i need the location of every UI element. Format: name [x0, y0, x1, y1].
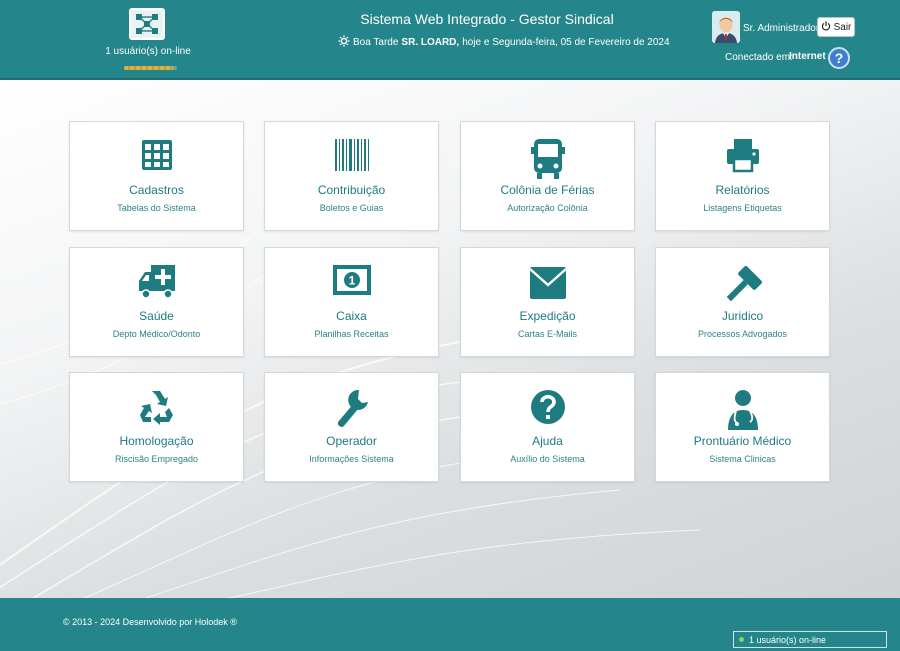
online-users-footer-label: 1 usuário(s) on-line: [749, 634, 827, 645]
greeting-date: hoje e Segunda-feira, 05 de Fevereiro de…: [462, 37, 670, 48]
tile-subtitle: Planilhas Receitas: [314, 329, 389, 339]
main-content: Cadastros Tabelas do Sistema Contribuiçã…: [0, 80, 900, 598]
power-icon: [821, 21, 831, 34]
user-name: Sr. Administrador: [743, 23, 820, 34]
tile-homologacao[interactable]: Homologação Riscisão Empregado: [69, 372, 244, 482]
logout-label: Sair: [833, 21, 852, 33]
tile-title: Colônia de Férias: [500, 183, 595, 197]
avatar: [712, 11, 740, 43]
top-header: 1 usuário(s) on-line Sistema Web Integra…: [0, 0, 900, 80]
greeting: Boa Tarde SR. LOARD, hoje e Segunda-feir…: [338, 35, 670, 50]
gavel-icon: [656, 263, 829, 307]
tile-title: Homologação: [119, 434, 194, 448]
logout-button[interactable]: Sair: [817, 17, 855, 37]
tile-prontuario-medico[interactable]: Prontuário Médico Sistema Clinicas: [655, 372, 830, 482]
envelope-icon: [461, 263, 634, 307]
tile-title: Saúde: [139, 309, 174, 323]
recycle-icon: [70, 388, 243, 432]
app-title: Sistema Web Integrado - Gestor Sindical: [360, 11, 614, 27]
tile-title: Contribuição: [317, 183, 386, 197]
tile-title: Caixa: [336, 309, 367, 323]
doctor-icon: [656, 388, 829, 432]
tile-subtitle: Tabelas do Sistema: [117, 203, 196, 213]
tile-subtitle: Depto Médico/Odonto: [112, 329, 201, 339]
question-icon: ?: [834, 50, 844, 66]
tile-relatorios[interactable]: Relatórios Listagens Etiquetas: [655, 121, 830, 231]
bus-icon: [461, 137, 634, 181]
tile-title: Ajuda: [532, 434, 563, 448]
tile-expedicao[interactable]: Expedição Cartas E-Mails: [460, 247, 635, 357]
greeting-prefix: Boa Tarde: [353, 37, 399, 48]
tile-saude[interactable]: Saúde Depto Médico/Odonto: [69, 247, 244, 357]
tile-contribuicao[interactable]: Contribuição Boletos e Guias: [264, 121, 439, 231]
tile-subtitle: Autorização Colônia: [507, 203, 588, 213]
tile-title: Prontuário Médico: [693, 434, 792, 448]
tile-subtitle: Cartas E-Mails: [517, 329, 577, 339]
tile-caixa[interactable]: 1 Caixa Planilhas Receitas: [264, 247, 439, 357]
tile-juridico[interactable]: Juridico Processos Advogados: [655, 247, 830, 357]
tile-subtitle: Boletos e Guias: [319, 203, 384, 213]
banknote-icon: 1: [265, 263, 438, 307]
connection-label: Conectado em:: [725, 52, 793, 63]
tile-subtitle: Listagens Etiquetas: [703, 203, 782, 213]
online-users-footer[interactable]: 1 usuário(s) on-line: [733, 631, 887, 648]
svg-text:1: 1: [348, 274, 355, 288]
tile-title: Cadastros: [129, 183, 184, 197]
tile-subtitle: Processos Advogados: [697, 329, 788, 339]
barcode-icon: [265, 137, 438, 181]
system-logo-icon: [129, 8, 165, 40]
copyright: © 2013 - 2024 Desenvolvido por Holodek ®: [63, 617, 237, 627]
tile-cadastros[interactable]: Cadastros Tabelas do Sistema: [69, 121, 244, 231]
tile-subtitle: Sistema Clinicas: [709, 454, 776, 464]
connection-value: Internet: [789, 51, 826, 62]
wrench-icon: [265, 388, 438, 432]
tile-subtitle: Informações Sistema: [309, 454, 394, 464]
help-button[interactable]: ?: [828, 47, 850, 69]
ambulance-icon: [70, 263, 243, 307]
question-circle-icon: [461, 388, 634, 432]
table-grid-icon: [70, 137, 243, 181]
tile-operador[interactable]: Operador Informações Sistema: [264, 372, 439, 482]
greeting-user: SR. LOARD,: [401, 37, 460, 48]
footer: © 2013 - 2024 Desenvolvido por Holodek ®…: [0, 598, 900, 651]
online-users-count: 1 usuário(s) on-line: [105, 46, 191, 57]
tile-title: Relatórios: [715, 183, 770, 197]
tile-subtitle: Riscisão Empregado: [114, 454, 199, 464]
tile-colonia-de-ferias[interactable]: Colônia de Férias Autorização Colônia: [460, 121, 635, 231]
online-users-bar: [124, 66, 177, 70]
tile-title: Expedição: [519, 309, 576, 323]
printer-icon: [656, 137, 829, 181]
online-users-bar-fill: [124, 66, 174, 70]
tile-ajuda[interactable]: Ajuda Auxílio do Sistema: [460, 372, 635, 482]
tile-subtitle: Auxílio do Sistema: [510, 454, 585, 464]
tile-title: Operador: [326, 434, 377, 448]
tile-title: Juridico: [721, 309, 764, 323]
online-status-dot-icon: [739, 637, 744, 642]
sun-icon: [338, 35, 350, 50]
